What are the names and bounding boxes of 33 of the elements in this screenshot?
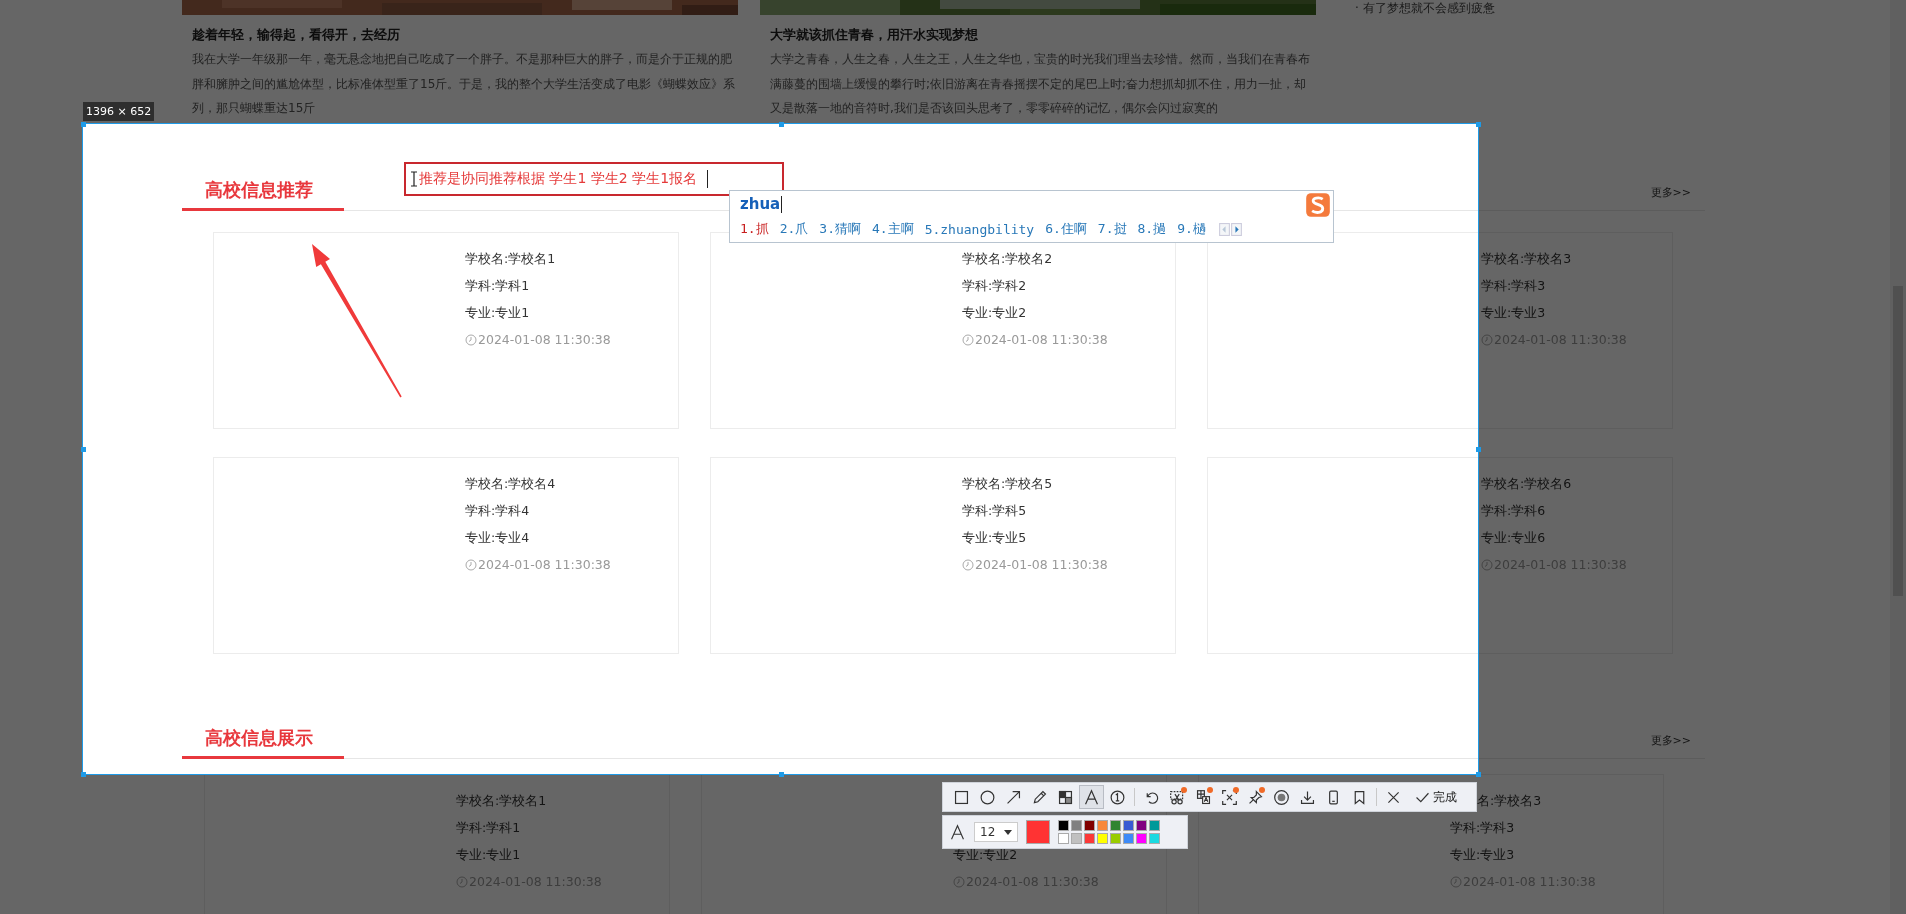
date-text: 2024-01-08 11:30:38	[975, 331, 1108, 349]
school-name: 学校名:学校名6	[1481, 475, 1572, 493]
school-name: 学校名:学校名4	[465, 475, 556, 493]
school-name: 学校名:学校名1	[456, 792, 547, 810]
subject-text: 学科:学科3	[1450, 819, 1515, 837]
date-text: 2024-01-08 11:30:38	[478, 556, 611, 574]
major-text: 专业:专业3	[1481, 304, 1546, 322]
ime-input-text: zhua	[740, 195, 781, 213]
school-name: 学校名:学校名1	[465, 250, 556, 268]
size-label: 1396 × 652	[83, 102, 155, 121]
major-text: 专业:专业4	[465, 529, 530, 547]
subject-text: 学科:学科4	[465, 502, 530, 520]
date-text: 2024-01-08 11:30:38	[975, 556, 1108, 574]
school-name: 学校名:学校名5	[962, 475, 1053, 493]
subject-text: 学科:学科6	[1481, 502, 1546, 520]
major-text: 专业:专业5	[962, 529, 1027, 547]
major-text: 专业:专业2	[962, 304, 1027, 322]
subject-text: 学科:学科1	[456, 819, 521, 837]
major-text: 专业:专业1	[456, 846, 521, 864]
section-heading: 高校信息推荐	[182, 172, 344, 211]
subject-text: 学科:学科2	[962, 277, 1027, 295]
subject-text: 学科:学科1	[465, 277, 530, 295]
school-name: 学校名:学校名3	[1481, 250, 1572, 268]
date-text: 2024-01-08 11:30:38	[478, 331, 611, 349]
subject-text: 学科:学科5	[962, 502, 1027, 520]
major-text: 专业:专业3	[1450, 846, 1515, 864]
major-text: 专业:专业2	[953, 846, 1018, 864]
section-heading: 高校信息展示	[182, 720, 344, 759]
school-name: 学校名:学校名2	[962, 250, 1053, 268]
school-name: 名:学校名3	[1477, 792, 1542, 810]
major-text: 专业:专业1	[465, 304, 530, 322]
subject-text: 学科:学科3	[1481, 277, 1546, 295]
major-text: 专业:专业6	[1481, 529, 1546, 547]
